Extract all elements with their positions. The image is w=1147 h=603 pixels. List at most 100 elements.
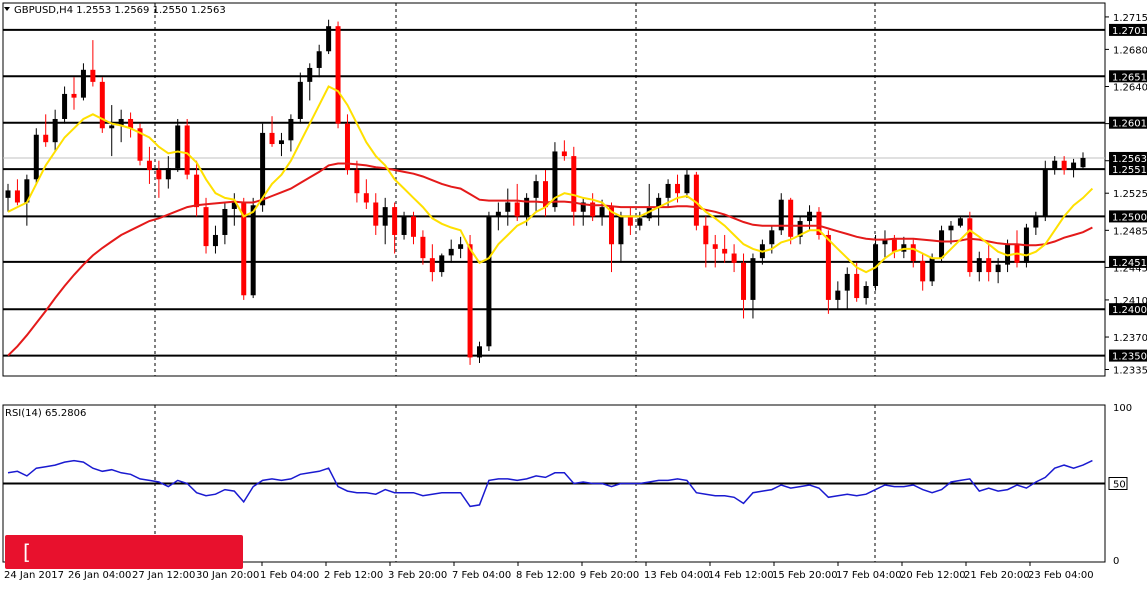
candle-body: [316, 51, 322, 68]
price-tick-label: 1.2525: [1113, 189, 1147, 200]
candle-body: [363, 193, 369, 203]
candle-body: [1033, 216, 1039, 228]
level-price-label: 1.2601: [1112, 119, 1147, 130]
candle-body: [505, 202, 511, 212]
candle: [467, 234, 473, 365]
time-label: 7 Feb 04:00: [452, 570, 511, 581]
candle-body: [825, 234, 831, 300]
candle-body: [382, 207, 388, 226]
candle-body: [495, 211, 501, 217]
candle-body: [769, 230, 775, 245]
candle-body: [986, 258, 992, 273]
candle-body: [392, 207, 398, 235]
candle-body: [967, 218, 973, 273]
candle-body: [1061, 160, 1067, 171]
candle-body: [71, 93, 77, 98]
candle: [816, 207, 822, 240]
price-tick-label: 1.2640: [1113, 83, 1147, 94]
candle-body: [684, 174, 690, 194]
candle-body: [599, 207, 605, 217]
candle-body: [561, 151, 567, 157]
candle-body: [1071, 162, 1077, 171]
candle-body: [203, 207, 209, 247]
candle-body: [184, 125, 190, 175]
candle-body: [712, 244, 718, 249]
candle-body: [250, 205, 256, 296]
candle-body: [750, 258, 756, 300]
candle-body: [90, 69, 96, 82]
candle-body: [891, 239, 897, 252]
time-label: 2 Feb 12:00: [324, 570, 383, 581]
symbol-info: GBPUSD,H4 1.2553 1.2569 1.2550 1.2563: [14, 5, 226, 16]
candle-body: [807, 211, 813, 222]
candle-body: [212, 234, 218, 247]
candle-body: [703, 225, 709, 245]
candle-body: [458, 244, 464, 249]
candle-body: [429, 258, 435, 273]
candle-body: [401, 216, 407, 235]
candle: [486, 211, 492, 351]
candle-body: [476, 346, 482, 358]
candle-body: [1042, 170, 1048, 217]
candle-body: [62, 93, 68, 119]
level-price-label: 1.2350: [1112, 352, 1147, 363]
price-tick-label: 1.2680: [1113, 45, 1147, 56]
rsi-tick-label: 50: [1113, 480, 1126, 491]
candle-body: [175, 125, 181, 169]
price-tick-label: 1.2335: [1113, 366, 1147, 377]
watermark-left-bracket: [: [23, 540, 31, 564]
price-tick-label: 1.2485: [1113, 226, 1147, 237]
level-price-label: 1.2551: [1112, 165, 1147, 176]
rsi-tick-label: 0: [1113, 556, 1119, 567]
time-label: 1 Feb 04:00: [260, 570, 319, 581]
time-label: 20 Feb 12:00: [900, 570, 966, 581]
candle-body: [410, 216, 416, 237]
time-label: 8 Feb 12:00: [516, 570, 575, 581]
candle-body: [854, 273, 860, 299]
candle-body: [929, 258, 935, 282]
chart-canvas[interactable]: 1.27151.26801.26401.26001.25601.25251.24…: [0, 0, 1147, 585]
candle-body: [156, 170, 162, 180]
candle-body: [665, 183, 671, 198]
candle-body: [844, 273, 850, 291]
candle-body: [533, 181, 539, 198]
time-label: 23 Feb 04:00: [1028, 570, 1094, 581]
candle-body: [109, 125, 115, 129]
candle-body: [995, 264, 1001, 273]
time-label: 21 Feb 20:00: [964, 570, 1030, 581]
candle-body: [99, 81, 105, 129]
watermark: [ www.instaforex.com ]: [5, 535, 243, 598]
candle-body: [741, 262, 747, 300]
candle-body: [486, 216, 492, 347]
candle-body: [920, 260, 926, 282]
candle-body: [80, 69, 86, 98]
rsi-label: RSI(14) 65.2806: [5, 408, 86, 419]
candle-body: [788, 199, 794, 237]
candle-body: [420, 236, 426, 259]
chart-background: [2, 2, 1106, 563]
level-price-label: 1.2400: [1112, 305, 1147, 316]
candle-body: [373, 202, 379, 226]
candle-body: [146, 160, 152, 171]
candle-body: [514, 202, 520, 217]
candle-body: [326, 26, 332, 52]
time-label: 3 Feb 20:00: [388, 570, 447, 581]
candle-body: [278, 140, 284, 145]
candle-body: [1052, 160, 1058, 171]
candle-body: [43, 134, 49, 143]
candle-body: [222, 208, 228, 235]
candle-body: [939, 230, 945, 259]
candle-body: [637, 218, 643, 226]
candle-body: [448, 248, 454, 256]
level-price-label: 1.2500: [1112, 212, 1147, 223]
header: GBPUSD,H4 1.2553 1.2569 1.2550 1.2563: [4, 5, 226, 16]
candle-body: [307, 67, 313, 82]
candle-body: [976, 258, 982, 273]
level-price-label: 1.2451: [1112, 258, 1147, 269]
candle-body: [354, 170, 360, 194]
candle-body: [627, 216, 633, 226]
candle-body: [5, 190, 11, 198]
candle-body: [165, 168, 171, 180]
candle: [967, 211, 973, 277]
price-tick-label: 1.2715: [1113, 13, 1147, 24]
